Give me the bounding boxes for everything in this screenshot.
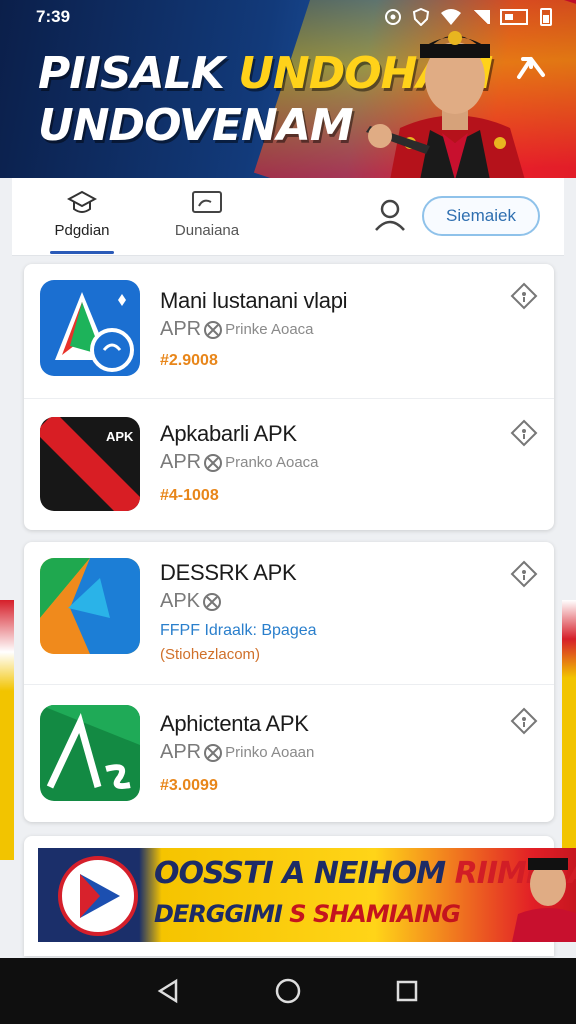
app-developer: Prinke Aoaca (225, 321, 314, 338)
list-item[interactable]: DESSRK APK APK FFPF Idraalk: Bpagea (Sti… (24, 542, 554, 684)
app-icon-play-store (40, 280, 140, 376)
app-icon-apk-dark: APK (40, 417, 140, 511)
app-meta: APK (160, 590, 222, 613)
app-name: Mani lustanani vlapi (160, 288, 348, 313)
app-developer: Pranko Aoaca (225, 454, 319, 471)
ad-card: OOSSTI A NEIHOM RIIMIAIA DERGGIMI S SHAM… (24, 836, 576, 956)
flag-strip-right (562, 600, 576, 860)
list-item[interactable]: APK Apkabarli APK APR Pranko Aoaca #4-10… (24, 398, 554, 528)
list-item[interactable]: Aphictenta APK APR Prinko Aoaan #3.0099 (24, 684, 554, 822)
home-button[interactable] (268, 971, 308, 1011)
app-meta: APR Prinke Aoaca (160, 318, 314, 341)
home-circle-icon (275, 978, 301, 1004)
system-nav-bar (0, 958, 576, 1024)
share-arrow-icon (517, 57, 545, 79)
app-name: DESSRK APK (160, 560, 297, 585)
app-type: APK (160, 590, 201, 612)
app-type: APR (160, 741, 202, 763)
tab-label: Pdgdian (54, 222, 110, 239)
user-profile-icon[interactable] (372, 196, 408, 232)
share-button[interactable] (510, 46, 550, 86)
app-meta: APR Prinko Aoaan (160, 741, 314, 764)
app-list-card: Mani lustanani vlapi APR Prinke Aoaca #2… (24, 264, 554, 530)
app-list-card: DESSRK APK APK FFPF Idraalk: Bpagea (Sti… (24, 542, 554, 822)
ad-person-portrait (512, 858, 576, 942)
hero-title-part1: PIISALK (38, 48, 225, 99)
ad-banner[interactable]: OOSSTI A NEIHOM RIIMIAIA DERGGIMI S SHAM… (38, 848, 576, 942)
image-frame-icon (192, 191, 222, 213)
tab-bar: Pdgdian Dunaiana Siemaiek (12, 178, 564, 256)
app-meta: APR Pranko Aoaca (160, 451, 319, 474)
flag-strip-left (0, 600, 14, 860)
search-button[interactable]: Siemaiek (422, 196, 540, 236)
globe-icon (204, 320, 223, 339)
diamond-info-icon[interactable] (510, 282, 538, 310)
diamond-info-icon[interactable] (510, 419, 538, 447)
play-logo-icon (80, 874, 120, 918)
app-name: Apkabarli APK (160, 421, 297, 446)
globe-icon (204, 743, 223, 762)
app-name: Aphictenta APK (160, 711, 309, 736)
back-button[interactable] (149, 971, 189, 1011)
app-developer: Prinko Aoaan (225, 744, 315, 761)
tab-pdgdian[interactable]: Pdgdian (32, 188, 132, 254)
diamond-info-icon[interactable] (510, 707, 538, 735)
app-icon-green-arrow (40, 705, 140, 801)
globe-icon (204, 453, 223, 472)
svg-text:APK: APK (106, 429, 134, 444)
tab-label: Dunaiana (174, 222, 240, 239)
globe-icon (203, 592, 222, 611)
app-type: APR (160, 318, 202, 340)
hero-official-portrait (366, 31, 525, 178)
status-time: 7:39 (36, 7, 71, 26)
ad-subheadline: DERGGIMI S SHAMIAING (154, 900, 461, 928)
back-triangle-icon (157, 978, 178, 1004)
app-type: APR (160, 451, 202, 473)
hero-banner: 7:39 PIISALK UNDOHAM UNDOVENAM (0, 0, 576, 178)
graduation-cap-icon (67, 190, 97, 213)
list-item[interactable]: Mani lustanani vlapi APR Prinke Aoaca #2… (24, 264, 554, 394)
app-price: #4-1008 (160, 487, 219, 504)
ad-logo (58, 856, 138, 936)
tab-dunaiana[interactable]: Dunaiana (157, 188, 257, 252)
recents-button[interactable] (387, 971, 427, 1011)
recents-square-icon (396, 980, 417, 1002)
app-price: #2.9008 (160, 352, 218, 369)
app-link[interactable]: FFPF Idraalk: Bpagea (160, 622, 317, 640)
diamond-info-icon[interactable] (510, 560, 538, 588)
app-icon-colorful (40, 558, 140, 654)
app-subtitle: (Stiohezlacom) (160, 646, 261, 663)
app-price: #3.0099 (160, 777, 218, 794)
